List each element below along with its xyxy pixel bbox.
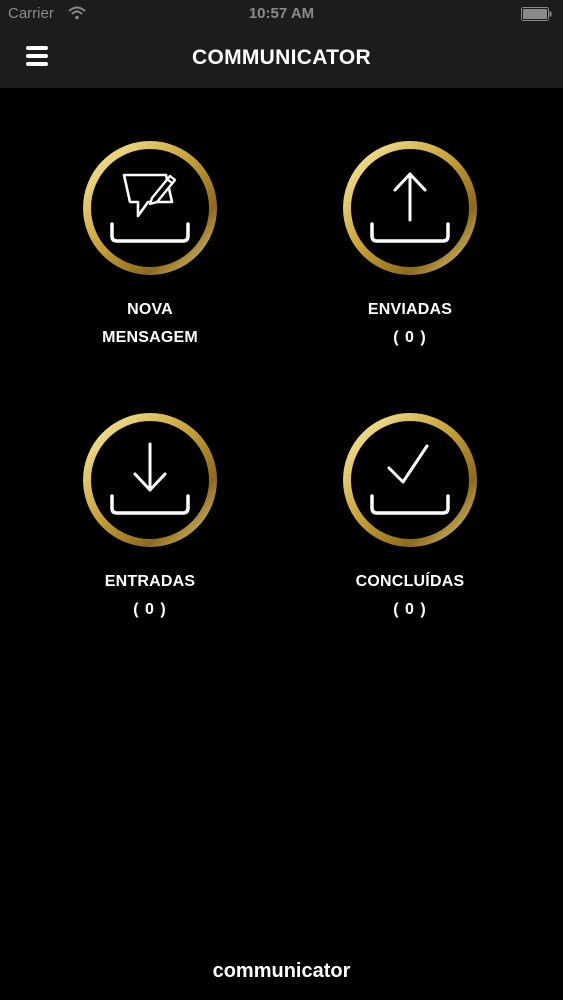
completed-count: ( 0 ) [393, 601, 427, 618]
new-message-button[interactable]: NOVA MENSAGEM [20, 140, 280, 380]
page-title: COMMUNICATOR [192, 46, 371, 69]
status-bar: Carrier 10:57 AM [0, 0, 563, 30]
nav-bar: COMMUNICATOR [0, 30, 563, 88]
completed-button[interactable]: CONCLUÍDAS ( 0 ) [280, 412, 540, 652]
sent-label: ENVIADAS [367, 301, 453, 318]
battery-icon [521, 7, 552, 21]
new-message-label: NOVA MENSAGEM [102, 301, 198, 346]
inbox-label: ENTRADAS [104, 573, 196, 590]
status-time: 10:57 AM [248, 5, 315, 22]
completed-label: CONCLUÍDAS [355, 573, 465, 590]
sent-button[interactable]: ENVIADAS ( 0 ) [280, 140, 540, 380]
download-tray-icon [83, 413, 217, 547]
app-screen: Carrier 10:57 AM COMMUNICATOR NOVA MENSA… [0, 0, 563, 1000]
upload-tray-icon [343, 141, 477, 275]
sent-count: ( 0 ) [393, 329, 427, 346]
inbox-button[interactable]: ENTRADAS ( 0 ) [20, 412, 280, 652]
compose-icon [83, 141, 217, 275]
check-tray-icon [343, 413, 477, 547]
footer-brand: communicator [212, 960, 351, 982]
inbox-count: ( 0 ) [133, 601, 167, 618]
